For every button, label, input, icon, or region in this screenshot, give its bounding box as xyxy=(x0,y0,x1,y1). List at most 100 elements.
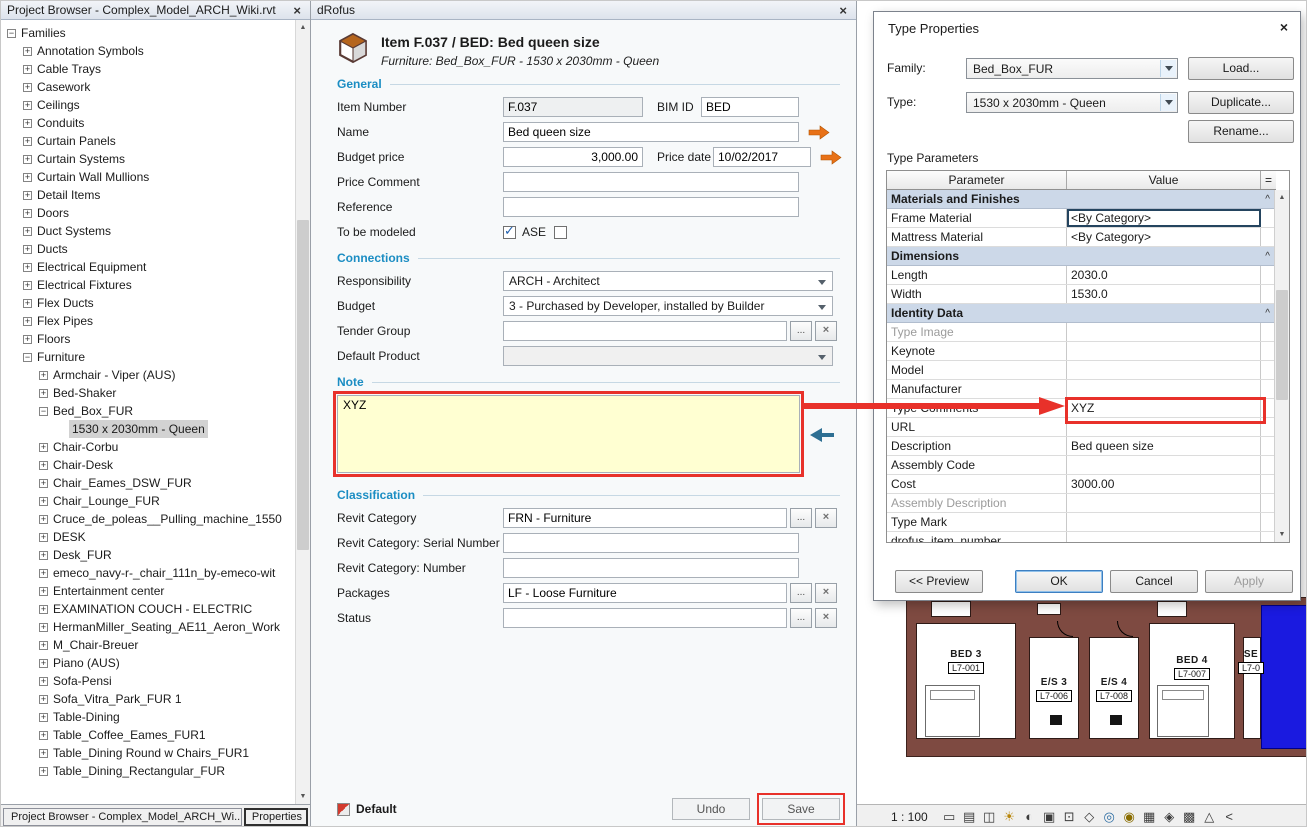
to-be-modeled-checkbox[interactable]: ✓ xyxy=(503,226,516,239)
tree-item[interactable]: +Casework xyxy=(1,78,295,96)
expand-plus-icon[interactable]: + xyxy=(39,713,48,722)
reveal-constraints-icon[interactable]: ▩ xyxy=(1182,809,1197,825)
crop-view-icon[interactable]: ▣ xyxy=(1042,809,1057,825)
tree-item[interactable]: +Chair-Corbu xyxy=(1,438,295,456)
expand-plus-icon[interactable]: + xyxy=(39,731,48,740)
tree-item[interactable]: +Sofa_Vitra_Park_FUR 1 xyxy=(1,690,295,708)
status-input[interactable] xyxy=(503,608,787,628)
expand-plus-icon[interactable]: + xyxy=(39,623,48,632)
temporary-hide-isolate-icon[interactable]: ◎ xyxy=(1102,809,1117,825)
tree-item[interactable]: +Desk_FUR xyxy=(1,546,295,564)
expand-plus-icon[interactable]: + xyxy=(23,317,32,326)
expand-plus-icon[interactable]: + xyxy=(39,695,48,704)
tree-item[interactable]: +Electrical Equipment xyxy=(1,258,295,276)
sun-path-icon[interactable]: ☀ xyxy=(1002,809,1017,825)
expand-plus-icon[interactable]: + xyxy=(23,155,32,164)
expand-plus-icon[interactable]: + xyxy=(39,569,48,578)
chevron-left-icon[interactable]: < xyxy=(1222,809,1237,824)
unlock-view-icon[interactable]: ◇ xyxy=(1082,809,1097,825)
expand-plus-icon[interactable]: + xyxy=(23,209,32,218)
table-scrollbar[interactable]: ▲ ▼ xyxy=(1274,190,1289,542)
tree-item[interactable]: +Flex Pipes xyxy=(1,312,295,330)
family-select[interactable]: Bed_Box_FUR xyxy=(966,58,1178,79)
parameter-value[interactable] xyxy=(1067,342,1261,360)
view-properties-icon[interactable]: ▦ xyxy=(1142,809,1157,825)
load-button[interactable]: Load... xyxy=(1188,57,1294,80)
tree-item[interactable]: +HermanMiller_Seating_AE11_Aeron_Work xyxy=(1,618,295,636)
scroll-down-icon[interactable]: ▼ xyxy=(1275,527,1289,542)
parameter-value[interactable] xyxy=(1067,418,1261,436)
tree-item[interactable]: −Bed_Box_FUR xyxy=(1,402,295,420)
expand-plus-icon[interactable]: + xyxy=(39,659,48,668)
expand-plus-icon[interactable]: + xyxy=(39,551,48,560)
tree-item[interactable]: +Flex Ducts xyxy=(1,294,295,312)
budget-price-input[interactable] xyxy=(503,147,643,167)
tree-item[interactable]: +Doors xyxy=(1,204,295,222)
browse-button[interactable]: ... xyxy=(790,321,812,341)
close-icon[interactable]: × xyxy=(290,3,304,18)
duplicate-button[interactable]: Duplicate... xyxy=(1188,91,1294,114)
parameter-value[interactable]: Bed queen size xyxy=(1067,437,1261,455)
scrollbar-thumb[interactable] xyxy=(1276,290,1288,400)
expand-plus-icon[interactable]: + xyxy=(39,641,48,650)
tree-item[interactable]: +emeco_navy-r-_chair_111n_by-emeco-wit xyxy=(1,564,295,582)
browse-button[interactable]: ... xyxy=(790,608,812,628)
parameter-value[interactable] xyxy=(1067,323,1261,341)
tree-item[interactable]: +Chair_Lounge_FUR xyxy=(1,492,295,510)
note-textarea[interactable]: XYZ xyxy=(337,395,800,473)
browse-button[interactable]: ... xyxy=(790,508,812,528)
tree-item[interactable]: +Cable Trays xyxy=(1,60,295,78)
tree-item[interactable]: +Electrical Fixtures xyxy=(1,276,295,294)
detail-level-icon[interactable]: ▤ xyxy=(962,809,977,825)
parameter-value[interactable]: <By Category> xyxy=(1067,228,1261,246)
expand-plus-icon[interactable]: + xyxy=(23,245,32,254)
responsibility-select[interactable]: ARCH - Architect xyxy=(503,271,833,291)
chevron-down-icon[interactable] xyxy=(1160,94,1176,111)
parameter-group-header[interactable]: Materials and Finishes^ xyxy=(887,190,1276,209)
collapse-chevron-icon[interactable]: ^ xyxy=(1265,251,1270,262)
collapse-minus-icon[interactable]: − xyxy=(23,353,32,362)
scroll-down-icon[interactable]: ▼ xyxy=(296,789,310,804)
value-column-header[interactable]: Value xyxy=(1067,171,1261,189)
preview-button[interactable]: << Preview xyxy=(895,570,983,593)
parameter-value[interactable] xyxy=(1067,494,1261,512)
parameter-column-header[interactable]: Parameter xyxy=(887,171,1067,189)
tree-item[interactable]: +Ducts xyxy=(1,240,295,258)
collapse-minus-icon[interactable]: − xyxy=(7,29,16,38)
clear-button[interactable]: × xyxy=(815,321,837,341)
undo-button[interactable]: Undo xyxy=(672,798,750,820)
fit-to-window-icon[interactable]: ▭ xyxy=(942,809,957,825)
name-input[interactable] xyxy=(503,122,799,142)
tree-item[interactable]: +Table-Dining xyxy=(1,708,295,726)
revit-category-input[interactable] xyxy=(503,508,787,528)
parameter-value[interactable] xyxy=(1067,513,1261,531)
shadows-icon[interactable]: ◐ xyxy=(1022,809,1037,824)
expand-plus-icon[interactable]: + xyxy=(23,101,32,110)
tree-item[interactable]: +Curtain Wall Mullions xyxy=(1,168,295,186)
tree-item[interactable]: +Curtain Panels xyxy=(1,132,295,150)
tree-item[interactable]: +Armchair - Viper (AUS) xyxy=(1,366,295,384)
visual-style-icon[interactable]: ◫ xyxy=(982,809,997,825)
expand-plus-icon[interactable]: + xyxy=(39,461,48,470)
tree-item[interactable]: +M_Chair-Breuer xyxy=(1,636,295,654)
tree-item[interactable]: +Cruce_de_poleas__Pulling_machine_1550 xyxy=(1,510,295,528)
tree-item[interactable]: +Chair-Desk xyxy=(1,456,295,474)
tree-item[interactable]: +Curtain Systems xyxy=(1,150,295,168)
price-date-input[interactable] xyxy=(713,147,811,167)
browse-button[interactable]: ... xyxy=(790,583,812,603)
displacement-icon[interactable]: ◈ xyxy=(1162,809,1177,825)
clear-button[interactable]: × xyxy=(815,608,837,628)
expand-plus-icon[interactable]: + xyxy=(23,47,32,56)
expand-plus-icon[interactable]: + xyxy=(39,443,48,452)
expand-plus-icon[interactable]: + xyxy=(39,749,48,758)
scroll-up-icon[interactable]: ▲ xyxy=(296,20,310,35)
tree-item[interactable]: +Table_Dining Round w Chairs_FUR1 xyxy=(1,744,295,762)
tree-item[interactable]: +Ceilings xyxy=(1,96,295,114)
collapse-minus-icon[interactable]: − xyxy=(39,407,48,416)
expand-plus-icon[interactable]: + xyxy=(39,677,48,686)
expand-plus-icon[interactable]: + xyxy=(23,263,32,272)
expand-plus-icon[interactable]: + xyxy=(23,119,32,128)
apply-button[interactable]: Apply xyxy=(1205,570,1293,593)
expand-plus-icon[interactable]: + xyxy=(23,281,32,290)
expand-plus-icon[interactable]: + xyxy=(39,371,48,380)
